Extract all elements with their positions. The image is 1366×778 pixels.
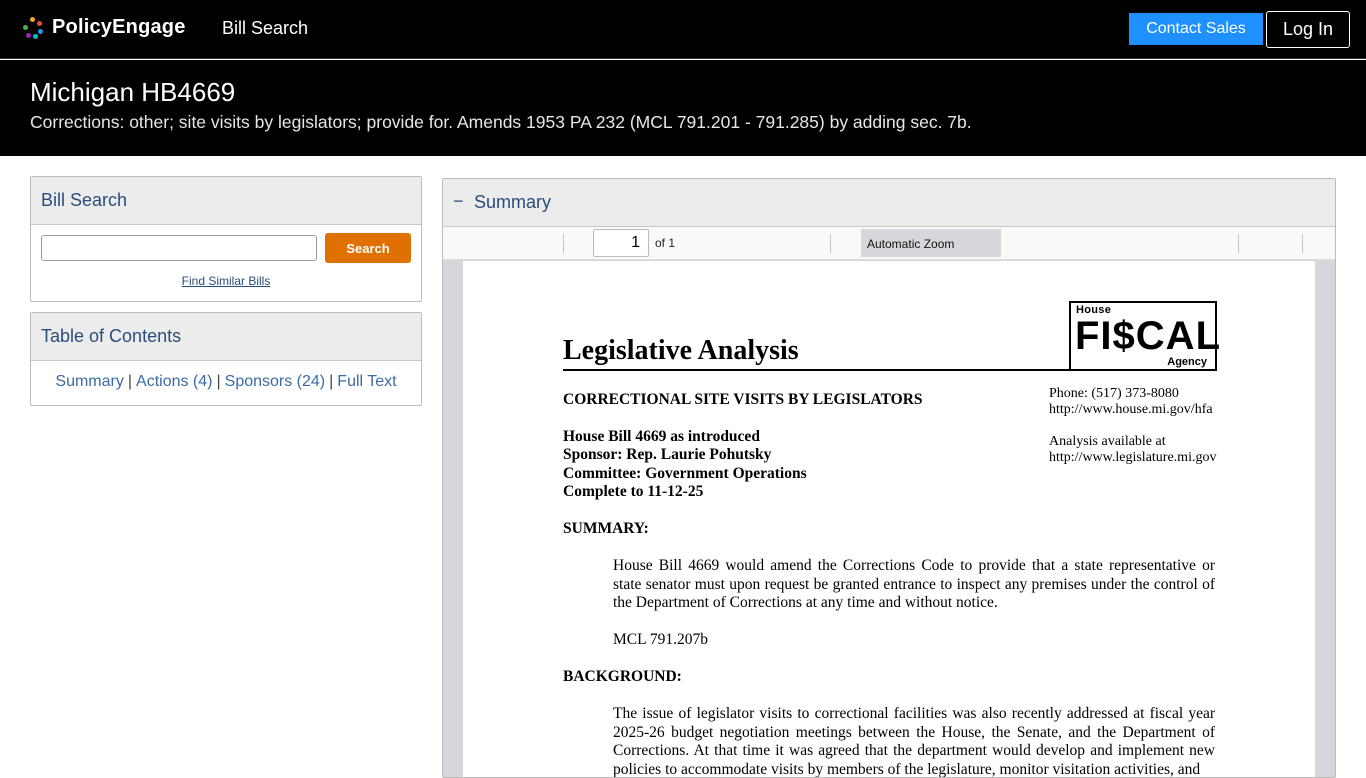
bill-search-input[interactable] bbox=[41, 235, 317, 261]
title-rule bbox=[563, 369, 1217, 371]
pdf-page: House FI$CAL Agency Legislative Analysis… bbox=[463, 261, 1315, 778]
mcl-reference: MCL 791.207b bbox=[613, 631, 709, 648]
pdf-toolbar: of 1 Automatic Zoom bbox=[443, 227, 1335, 260]
committee-line: Committee: Government Operations bbox=[563, 465, 807, 482]
bill-search-form: Search Find Similar Bills bbox=[31, 225, 421, 301]
brand-name: PolicyEngage bbox=[52, 16, 186, 38]
toc-link-actions[interactable]: Actions (4) bbox=[136, 373, 212, 390]
toc-links: Summary | Actions (4) | Sponsors (24) | Full T… bbox=[31, 361, 421, 405]
toc-link-summary[interactable]: Summary bbox=[55, 373, 123, 390]
toc-separator: | bbox=[216, 373, 221, 390]
complete-line: Complete to 11-12-25 bbox=[563, 483, 704, 500]
summary-heading: Summary bbox=[474, 192, 552, 212]
background-text: The issue of legislator visits to correc… bbox=[613, 705, 1215, 778]
bill-search-heading: Bill Search bbox=[31, 177, 421, 225]
summary-panel: − Summary of 1 Automatic Zoom House FI$C… bbox=[442, 178, 1336, 778]
zoom-select[interactable]: Automatic Zoom bbox=[861, 229, 1001, 257]
legislature-url[interactable]: http://www.legislature.mi.gov bbox=[1049, 450, 1216, 466]
bill-line: House Bill 4669 as introduced bbox=[563, 428, 760, 445]
toc-separator: | bbox=[329, 373, 334, 390]
bill-title: Michigan HB4669 bbox=[30, 77, 236, 107]
summary-text: House Bill 4669 would amend the Correcti… bbox=[613, 557, 1215, 611]
collapse-minus-icon[interactable]: − bbox=[453, 191, 464, 212]
document-title: Legislative Analysis bbox=[563, 335, 799, 366]
summary-header[interactable]: − Summary bbox=[443, 179, 1335, 227]
nav-link-bill-search[interactable]: Bill Search bbox=[222, 18, 308, 39]
brand-logo[interactable]: PolicyEngage bbox=[22, 16, 186, 39]
logo-agency-text: Agency bbox=[1167, 356, 1207, 368]
search-button[interactable]: Search bbox=[325, 233, 411, 263]
toc-separator: | bbox=[127, 373, 133, 390]
document-topic: CORRECTIONAL SITE VISITS BY LEGISLATORS bbox=[563, 391, 923, 408]
phone-line: Phone: (517) 373-8080 bbox=[1049, 386, 1179, 401]
toc-panel: Table of Contents Summary | Actions (4) | Sp… bbox=[30, 312, 422, 406]
bill-subtitle: Corrections: other; site visits by legis… bbox=[30, 112, 972, 132]
toolbar-separator bbox=[563, 234, 564, 253]
toc-link-full-text[interactable]: Full Text bbox=[337, 373, 396, 390]
toolbar-separator bbox=[1302, 234, 1303, 253]
background-section-heading: BACKGROUND: bbox=[563, 668, 682, 685]
toc-link-sponsors[interactable]: Sponsors (24) bbox=[225, 373, 326, 390]
toolbar-separator bbox=[1238, 234, 1239, 253]
brand-dots-icon bbox=[22, 16, 44, 39]
page-count: of 1 bbox=[655, 236, 676, 250]
bill-header: Michigan HB4669 Corrections: other; site… bbox=[0, 60, 1366, 156]
page-number-input[interactable] bbox=[593, 229, 649, 257]
top-navbar: PolicyEngage Bill Search Contact Sales L… bbox=[0, 0, 1366, 59]
contact-sales-button[interactable]: Contact Sales bbox=[1129, 13, 1263, 45]
summary-section-heading: SUMMARY: bbox=[563, 520, 649, 537]
toolbar-separator bbox=[830, 234, 831, 253]
analysis-available-line: Analysis available at bbox=[1049, 434, 1166, 449]
toc-heading: Table of Contents bbox=[31, 313, 421, 361]
house-fiscal-agency-logo: House FI$CAL Agency bbox=[1069, 301, 1220, 370]
sponsor-line: Sponsor: Rep. Laurie Pohutsky bbox=[563, 446, 772, 463]
hfa-url[interactable]: http://www.house.mi.gov/hfa bbox=[1049, 402, 1213, 418]
bill-search-panel: Bill Search Search Find Similar Bills bbox=[30, 176, 422, 302]
login-button[interactable]: Log In bbox=[1266, 11, 1350, 48]
find-similar-bills-link[interactable]: Find Similar Bills bbox=[31, 274, 421, 288]
logo-fiscal-text: FI$CAL bbox=[1075, 314, 1221, 358]
